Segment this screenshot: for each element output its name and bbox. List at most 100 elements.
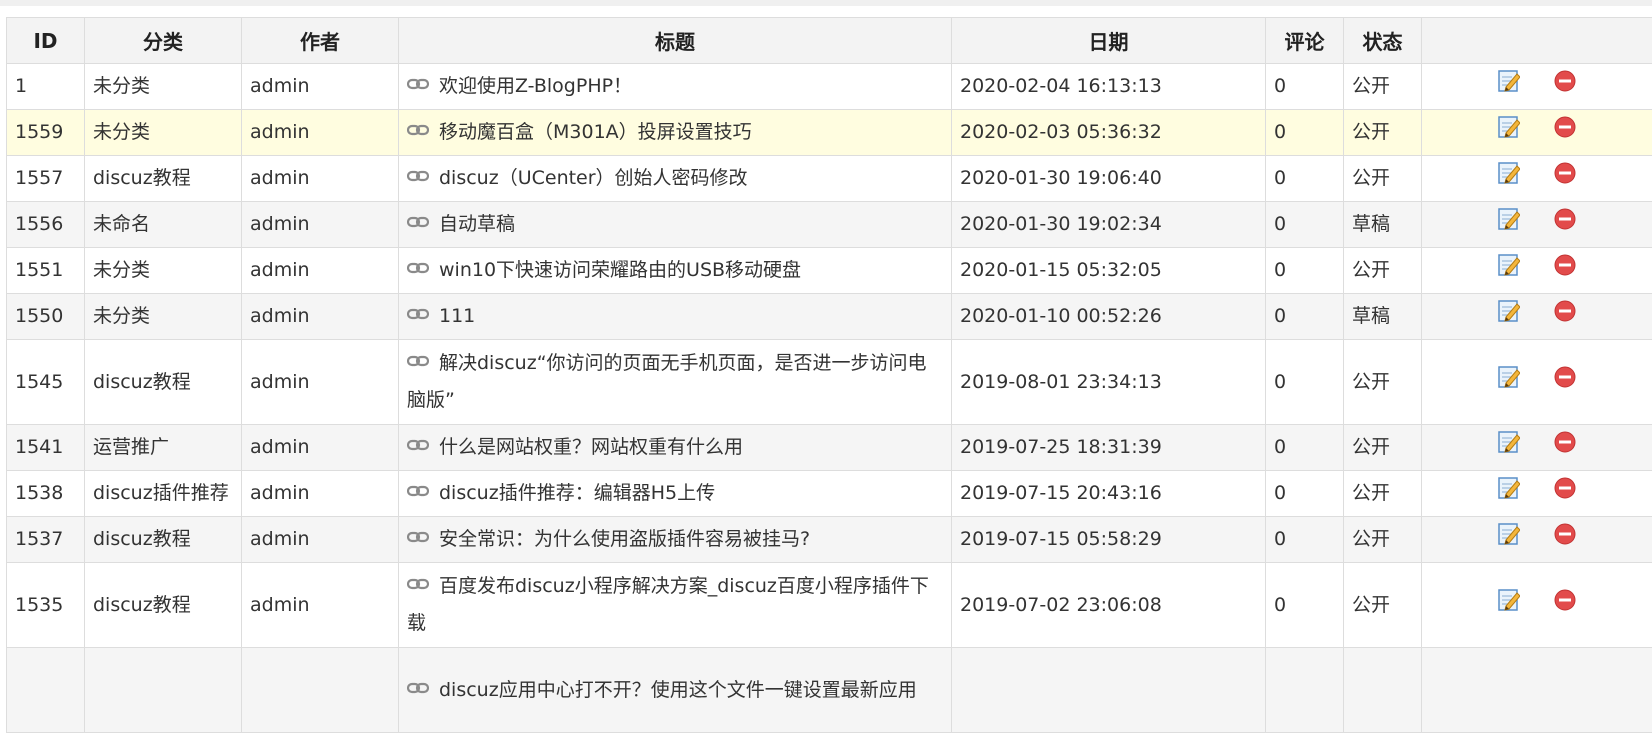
delete-icon[interactable]: [1554, 298, 1576, 335]
edit-icon[interactable]: [1498, 206, 1520, 243]
link-icon: [407, 112, 429, 149]
edit-icon[interactable]: [1498, 298, 1520, 335]
delete-icon[interactable]: [1554, 114, 1576, 151]
article-title-link[interactable]: 移动魔百盒（M301A）投屏设置技巧: [439, 121, 752, 143]
article-title-link[interactable]: discuz（UCenter）创始人密码修改: [439, 167, 748, 189]
column-header-date[interactable]: 日期: [952, 18, 1266, 64]
article-title-link[interactable]: 111: [439, 305, 475, 327]
cell-title: 111: [399, 294, 952, 340]
cell-category: discuz教程: [85, 517, 242, 563]
cell-actions: [1422, 471, 1652, 517]
edit-icon[interactable]: [1498, 252, 1520, 289]
link-icon: [407, 250, 429, 287]
cell-status: 公开: [1344, 156, 1422, 202]
cell-date: 2019-07-02 23:06:08: [952, 563, 1266, 648]
edit-icon[interactable]: [1498, 364, 1520, 401]
delete-icon[interactable]: [1554, 475, 1576, 512]
cell-title: 百度发布discuz小程序解决方案_discuz百度小程序插件下载: [399, 563, 952, 648]
article-title-link[interactable]: 什么是网站权重？网站权重有什么用: [439, 436, 743, 458]
cell-status: 公开: [1344, 110, 1422, 156]
cell-date: 2019-08-01 23:34:13: [952, 340, 1266, 425]
cell-title: 移动魔百盒（M301A）投屏设置技巧: [399, 110, 952, 156]
article-title-link[interactable]: 百度发布discuz小程序解决方案_discuz百度小程序插件下载: [407, 575, 929, 634]
delete-icon[interactable]: [1554, 252, 1576, 289]
article-title-link[interactable]: 自动草稿: [439, 213, 515, 235]
cell-title: 什么是网站权重？网站权重有什么用: [399, 425, 952, 471]
link-icon: [407, 66, 429, 103]
article-title-link[interactable]: 解决discuz“你访问的页面无手机页面，是否进一步访问电脑版”: [407, 352, 927, 411]
cell-comments: 0: [1266, 64, 1344, 110]
link-icon: [407, 670, 429, 707]
cell-title: discuz应用中心打不开？使用这个文件一键设置最新应用: [399, 648, 952, 733]
cell-category: discuz教程: [85, 340, 242, 425]
cell-actions: [1422, 425, 1652, 471]
delete-icon[interactable]: [1554, 206, 1576, 243]
article-list: ID 分类 作者 标题 日期 评论 状态 1 未分类 admin 欢迎使用Z-B…: [6, 17, 1652, 733]
cell-actions: [1422, 248, 1652, 294]
column-header-comments[interactable]: 评论: [1266, 18, 1344, 64]
table-row: 1550 未分类 admin 111 2020-01-10 00:52:26 0…: [7, 294, 1652, 340]
delete-icon[interactable]: [1554, 68, 1576, 105]
article-table: ID 分类 作者 标题 日期 评论 状态 1 未分类 admin 欢迎使用Z-B…: [6, 17, 1652, 733]
cell-status: 公开: [1344, 248, 1422, 294]
cell-status: 公开: [1344, 471, 1422, 517]
delete-icon[interactable]: [1554, 429, 1576, 466]
link-icon: [407, 158, 429, 195]
cell-category: discuz教程: [85, 156, 242, 202]
article-title-link[interactable]: 欢迎使用Z-BlogPHP！: [439, 75, 632, 97]
edit-icon[interactable]: [1498, 475, 1520, 512]
cell-status: 公开: [1344, 563, 1422, 648]
cell-title: 安全常识：为什么使用盗版插件容易被挂马?: [399, 517, 952, 563]
delete-icon[interactable]: [1554, 521, 1576, 558]
delete-icon[interactable]: [1554, 160, 1576, 197]
edit-icon[interactable]: [1498, 114, 1520, 151]
cell-id: 1551: [7, 248, 85, 294]
edit-icon[interactable]: [1498, 587, 1520, 624]
cell-status: 草稿: [1344, 202, 1422, 248]
edit-icon[interactable]: [1498, 160, 1520, 197]
cell-author: admin: [242, 294, 399, 340]
cell-comments: 0: [1266, 202, 1344, 248]
edit-icon[interactable]: [1498, 68, 1520, 105]
link-icon: [407, 427, 429, 464]
link-icon: [407, 566, 429, 603]
cell-title: 解决discuz“你访问的页面无手机页面，是否进一步访问电脑版”: [399, 340, 952, 425]
cell-author: admin: [242, 156, 399, 202]
article-title-link[interactable]: discuz插件推荐：编辑器H5上传: [439, 482, 715, 504]
column-header-id[interactable]: ID: [7, 18, 85, 64]
column-header-category[interactable]: 分类: [85, 18, 242, 64]
cell-date: 2020-02-04 16:13:13: [952, 64, 1266, 110]
delete-icon[interactable]: [1554, 587, 1576, 624]
cell-category: 未分类: [85, 294, 242, 340]
article-title-link[interactable]: 安全常识：为什么使用盗版插件容易被挂马?: [439, 528, 810, 550]
column-header-title[interactable]: 标题: [399, 18, 952, 64]
cell-author: admin: [242, 64, 399, 110]
cell-comments: 0: [1266, 471, 1344, 517]
table-row: 1535 discuz教程 admin 百度发布discuz小程序解决方案_di…: [7, 563, 1652, 648]
edit-icon[interactable]: [1498, 429, 1520, 466]
cell-status: 公开: [1344, 425, 1422, 471]
table-row: 1541 运营推广 admin 什么是网站权重？网站权重有什么用 2019-07…: [7, 425, 1652, 471]
table-row: discuz应用中心打不开？使用这个文件一键设置最新应用: [7, 648, 1652, 733]
cell-author: admin: [242, 471, 399, 517]
column-header-author[interactable]: 作者: [242, 18, 399, 64]
cell-author: admin: [242, 340, 399, 425]
cell-actions: [1422, 156, 1652, 202]
delete-icon[interactable]: [1554, 364, 1576, 401]
article-title-link[interactable]: win10下快速访问荣耀路由的USB移动硬盘: [439, 259, 801, 281]
article-title-link[interactable]: discuz应用中心打不开？使用这个文件一键设置最新应用: [439, 679, 917, 701]
table-row: 1557 discuz教程 admin discuz（UCenter）创始人密码…: [7, 156, 1652, 202]
cell-category: discuz教程: [85, 563, 242, 648]
cell-author: [242, 648, 399, 733]
cell-comments: 0: [1266, 563, 1344, 648]
edit-icon[interactable]: [1498, 521, 1520, 558]
cell-status: 草稿: [1344, 294, 1422, 340]
cell-comments: 0: [1266, 517, 1344, 563]
column-header-status[interactable]: 状态: [1344, 18, 1422, 64]
cell-actions: [1422, 648, 1652, 733]
cell-author: admin: [242, 425, 399, 471]
cell-category: 未分类: [85, 248, 242, 294]
cell-category: 未命名: [85, 202, 242, 248]
table-row: 1537 discuz教程 admin 安全常识：为什么使用盗版插件容易被挂马?…: [7, 517, 1652, 563]
cell-author: admin: [242, 110, 399, 156]
